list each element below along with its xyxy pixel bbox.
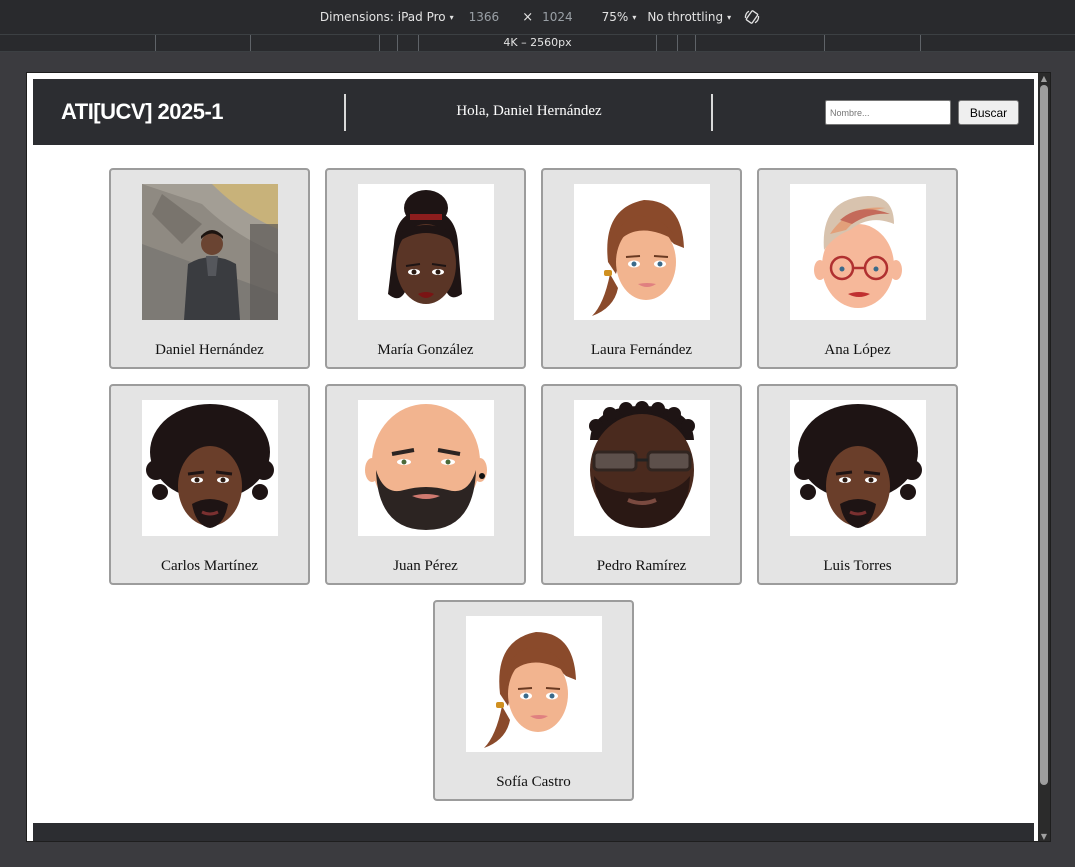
man-bald-beard-icon [358, 400, 494, 536]
student-card[interactable]: Juan Pérez [325, 384, 526, 585]
device-label: Dimensions: iPad Pro [319, 10, 446, 24]
student-name: Sofía Castro [496, 774, 571, 790]
scroll-up-icon[interactable]: ▲ [1040, 75, 1048, 83]
woman-bun-icon [358, 184, 494, 320]
student-name: Luis Torres [823, 558, 892, 574]
width-input[interactable]: 1366 [469, 10, 500, 24]
site-header: ATI[UCV] 2025-1 Hola, Daniel Hernández B… [33, 79, 1034, 145]
search-input[interactable] [825, 100, 951, 125]
scroll-thumb[interactable] [1040, 85, 1048, 785]
chevron-down-icon: ▾ [449, 12, 454, 22]
student-name: Ana López [824, 342, 891, 358]
student-card[interactable]: Sofía Castro [433, 600, 634, 801]
scroll-down-icon[interactable]: ▼ [1040, 833, 1048, 841]
student-name: María González [377, 342, 474, 358]
rotate-icon[interactable] [744, 9, 760, 25]
student-name: Juan Pérez [393, 558, 458, 574]
student-card[interactable]: Daniel Hernández [109, 168, 310, 369]
student-name: Pedro Ramírez [596, 558, 687, 574]
site-footer [33, 823, 1034, 841]
device-viewport: ATI[UCV] 2025-1 Hola, Daniel Hernández B… [26, 72, 1051, 842]
man-curly-icon [142, 400, 278, 536]
student-card[interactable]: María González [325, 168, 526, 369]
zoom-label: 75% [601, 10, 629, 24]
woman-ponytail-icon [574, 184, 710, 320]
devtools-toolbar: Dimensions: iPad Pro ▾ 1366 × 1024 75% ▾… [0, 0, 1075, 34]
media-query-bar: 4K – 2560px [0, 34, 1075, 52]
student-card[interactable]: Luis Torres [757, 384, 958, 585]
man-glasses-beard-icon [574, 400, 710, 536]
student-name: Daniel Hernández [155, 342, 264, 358]
search-button[interactable]: Buscar [958, 100, 1019, 125]
student-name: Laura Fernández [590, 342, 693, 358]
site-brand[interactable]: ATI[UCV] 2025-1 [61, 99, 224, 125]
student-card[interactable]: Ana López [757, 168, 958, 369]
student-card[interactable]: Pedro Ramírez [541, 384, 742, 585]
throttling-selector[interactable]: No throttling ▾ [647, 10, 731, 24]
man-curly-icon [790, 400, 926, 536]
woman-glasses-icon [790, 184, 926, 320]
student-photo [142, 184, 278, 320]
student-card[interactable]: Laura Fernández [541, 168, 742, 369]
media-query-label[interactable]: 4K – 2560px [0, 36, 1075, 49]
header-divider [711, 94, 713, 131]
times-icon: × [522, 9, 534, 25]
vertical-scrollbar[interactable]: ▲ ▼ [1038, 73, 1050, 841]
height-input[interactable]: 1024 [542, 10, 573, 24]
chevron-down-icon: ▾ [727, 12, 732, 22]
user-greeting: Hola, Daniel Hernández [456, 103, 602, 119]
student-card[interactable]: Carlos Martínez [109, 384, 310, 585]
chevron-down-icon: ▾ [632, 12, 637, 22]
student-name: Carlos Martínez [160, 558, 259, 574]
zoom-selector[interactable]: 75% ▾ [602, 10, 637, 24]
woman-ponytail-icon [466, 616, 602, 752]
throttling-label: No throttling [647, 10, 724, 24]
device-selector[interactable]: Dimensions: iPad Pro ▾ [320, 10, 454, 24]
